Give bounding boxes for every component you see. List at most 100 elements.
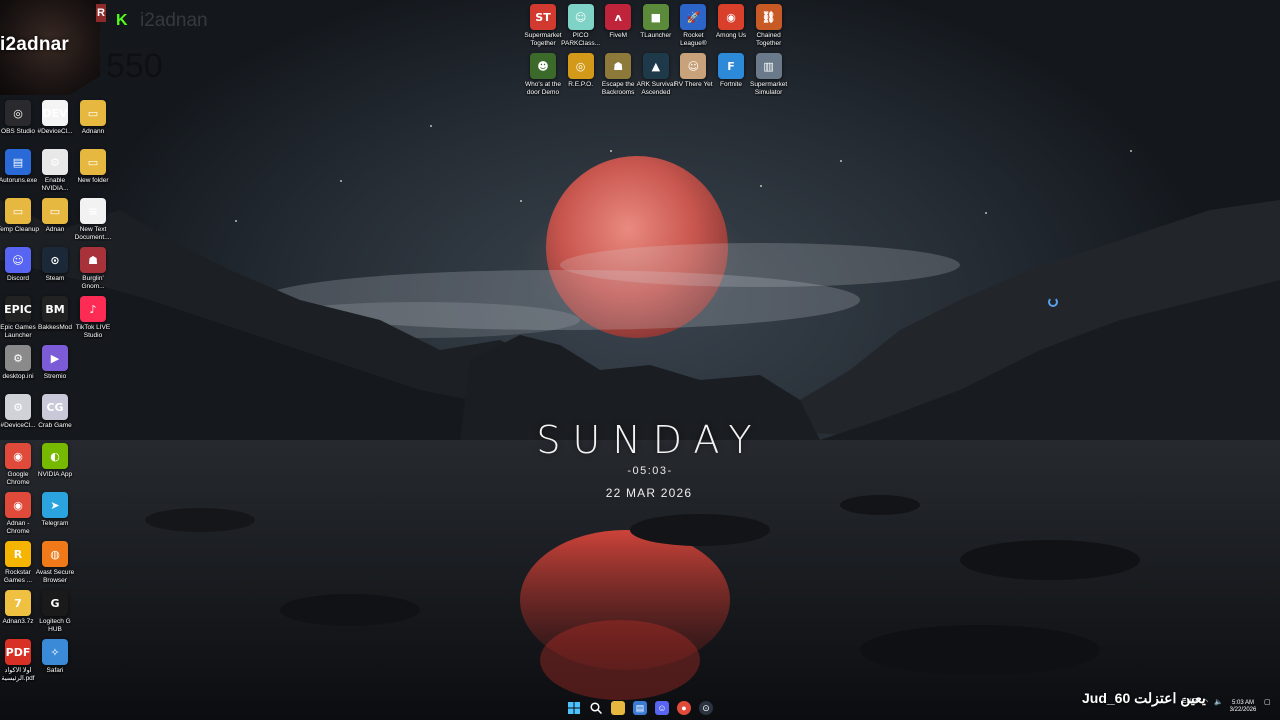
desktop-icon-stremio[interactable]: ▶ Stremio: [34, 345, 76, 381]
desktop-icon-label: RV There Yet: [674, 81, 713, 88]
epic-games-launcher-icon: EPIC: [4, 296, 32, 322]
steam-icon: ⊙: [42, 247, 68, 273]
desktop-icon-label: Escape the Backrooms: [601, 81, 635, 96]
desktop-icon-label: #DeviceCl...: [37, 128, 73, 135]
crab-game-icon: CG: [42, 394, 68, 420]
kick-logo-icon: K: [116, 12, 128, 29]
desktop-icon-pico-parkclass[interactable]: ☺ PICO PARKClass...: [560, 4, 602, 47]
store-icon[interactable]: ▤: [633, 701, 647, 715]
desktop-icon-new-folder[interactable]: ▭ New folder: [72, 149, 114, 185]
desktop-icon-label: Who's at the door Demo: [525, 81, 561, 96]
wifi-icon[interactable]: ◠: [1202, 698, 1208, 706]
desktop-icon-who-s-at-the-door-demo[interactable]: ☻ Who's at the door Demo: [522, 53, 564, 96]
rocket-league-icon: 🚀: [680, 4, 707, 30]
desktop-icon-fivem[interactable]: ʌ FiveM: [597, 4, 639, 40]
tiktok-live-studio-icon: ♪: [80, 296, 106, 322]
supermarket-together-icon: ST: [530, 4, 556, 30]
desktop-icon-r-e-p-o[interactable]: ◎ R.E.P.O.: [560, 53, 602, 89]
enable-nvidia-icon: ⚙: [42, 149, 68, 175]
pdf-icon: PDF: [5, 639, 31, 665]
search-icon[interactable]: [589, 701, 603, 715]
desktop-icon-label: Stremio: [43, 373, 67, 380]
desktop-icon-tiktok-live-studio[interactable]: ♪ TikTok LIVE Studio: [72, 296, 114, 339]
taskbar-date: 3/22/2026: [1229, 707, 1257, 713]
desktop-icon-safari[interactable]: ✧ Safari: [34, 639, 76, 675]
notification-icon[interactable]: ▢: [1264, 698, 1271, 706]
desktop-icon-devicecl[interactable]: DEV #DeviceCl...: [34, 100, 76, 136]
desktop-icon-ark-survival-ascended[interactable]: ▲ ARK Survival Ascended: [635, 53, 677, 96]
volume-icon[interactable]: 🔈: [1214, 698, 1223, 706]
taskbar-clock[interactable]: 5:03 AM 3/22/2026: [1228, 700, 1258, 714]
desktop-icon-supermarket-together[interactable]: ST Supermarket Together: [522, 4, 564, 47]
desktop-icon-label: Fortnite: [719, 81, 743, 88]
desktop-icon-label: Among Us: [715, 32, 747, 39]
wallpaper: [0, 156, 1280, 720]
desktop-icon-label: Supermarket Simulator: [749, 81, 788, 96]
r-e-p-o-icon: ◎: [567, 53, 594, 79]
desktop-icon-label: Burglin' Gnom...: [81, 275, 105, 290]
desktop-icon-label: Chained Together: [755, 32, 782, 47]
logitech-g-hub-icon: G: [42, 590, 68, 616]
desktop-icon-tlauncher[interactable]: ■ TLauncher: [635, 4, 677, 40]
moon: [546, 156, 728, 338]
supermarket-simulator-icon: ▥: [755, 53, 782, 79]
clock-day: SUNDAY: [536, 418, 764, 462]
desktop-icon-avast-secure-browser[interactable]: ◍ Avast Secure Browser: [34, 541, 76, 584]
desktop-icon-bakkesmod[interactable]: BM BakkesMod: [34, 296, 76, 332]
desktop-icon-label: Enable NVIDIA...: [41, 177, 69, 192]
desktop-icon-among-us[interactable]: ◉ Among Us: [710, 4, 752, 40]
desktop-icon-label: TikTok LIVE Studio: [75, 324, 111, 339]
channel-username: i2adnan: [140, 10, 208, 31]
desktop-icon-label: New folder: [77, 177, 109, 184]
escape-the-backrooms-icon: ☗: [605, 53, 632, 79]
r-badge-icon: R: [96, 4, 106, 22]
adnan3-7z-icon: 7: [5, 590, 31, 616]
desktop-icon-chained-together[interactable]: ⛓ Chained Together: [748, 4, 790, 47]
adnann-icon: ▭: [80, 100, 106, 126]
desktop-icon-fortnite[interactable]: F Fortnite: [710, 53, 752, 89]
pico-parkclass-icon: ☺: [567, 4, 594, 30]
stremio-icon: ▶: [42, 345, 68, 371]
language-indicator[interactable]: ENG: [1182, 698, 1197, 705]
desktop-icon-escape-the-backrooms[interactable]: ☗ Escape the Backrooms: [597, 53, 639, 96]
desktop-icon-label: Adnann: [81, 128, 105, 135]
desktop-icon-logitech-g-hub[interactable]: G Logitech G HUB: [34, 590, 76, 633]
burglin-gnom-icon: ☗: [80, 247, 106, 273]
rockstar-games-icon: R: [5, 541, 31, 567]
desktop-icon-label: Safari: [46, 667, 64, 674]
desktop-icon-burglin-gnom[interactable]: ☗ Burglin' Gnom...: [72, 247, 114, 290]
file-explorer-icon[interactable]: [611, 701, 625, 715]
desktop-icon-label: TLauncher: [640, 32, 672, 39]
busy-cursor-icon: [1048, 297, 1058, 307]
desktop-icon-label: Logitech G HUB: [39, 618, 71, 633]
desktop-icon-supermarket-simulator[interactable]: ▥ Supermarket Simulator: [748, 53, 790, 96]
desktop-icon-adnan[interactable]: ▭ Adnan: [34, 198, 76, 234]
desktop-icon-label: Rocket League®: [680, 32, 707, 47]
desktop-icon-new-text-document[interactable]: ≡ New Text Document....: [72, 198, 114, 241]
fivem-icon: ʌ: [605, 4, 632, 30]
desktop-icon-enable-nvidia[interactable]: ⚙ Enable NVIDIA...: [34, 149, 76, 192]
desktop-icon-rv-there-yet[interactable]: ☺ RV There Yet: [672, 53, 714, 89]
chrome-icon[interactable]: ●: [677, 701, 691, 715]
streamer-name: i2adnar: [0, 34, 69, 55]
desktop-icon-label: BakkesMod: [38, 324, 72, 331]
desktop-icon-label: Adnan: [45, 226, 65, 233]
desktop-icon-label: FiveM: [609, 32, 628, 39]
steam-icon[interactable]: ⊙: [699, 701, 713, 715]
safari-icon: ✧: [42, 639, 68, 665]
discord-icon: ☺: [5, 247, 31, 273]
desktop-icon-steam[interactable]: ⊙ Steam: [34, 247, 76, 283]
fortnite-icon: F: [718, 53, 744, 79]
desktop-ini-icon: ⚙: [5, 345, 31, 371]
discord-icon[interactable]: ☺: [655, 701, 669, 715]
desktop-icon-label: ARK Survival Ascended: [636, 81, 675, 96]
desktop-icon-rocket-league[interactable]: 🚀 Rocket League®: [672, 4, 714, 47]
new-text-document-icon: ≡: [80, 198, 106, 224]
among-us-icon: ◉: [718, 4, 744, 30]
desktop-icon-adnann[interactable]: ▭ Adnann: [72, 100, 114, 136]
desktop-icon-label: Avast Secure Browser: [35, 569, 75, 584]
viewer-counter: 550: [106, 47, 163, 85]
temp-cleanup-icon: ▭: [5, 198, 31, 224]
desktop-icon-label: Steam: [45, 275, 65, 282]
windows-start-icon[interactable]: [567, 701, 581, 715]
